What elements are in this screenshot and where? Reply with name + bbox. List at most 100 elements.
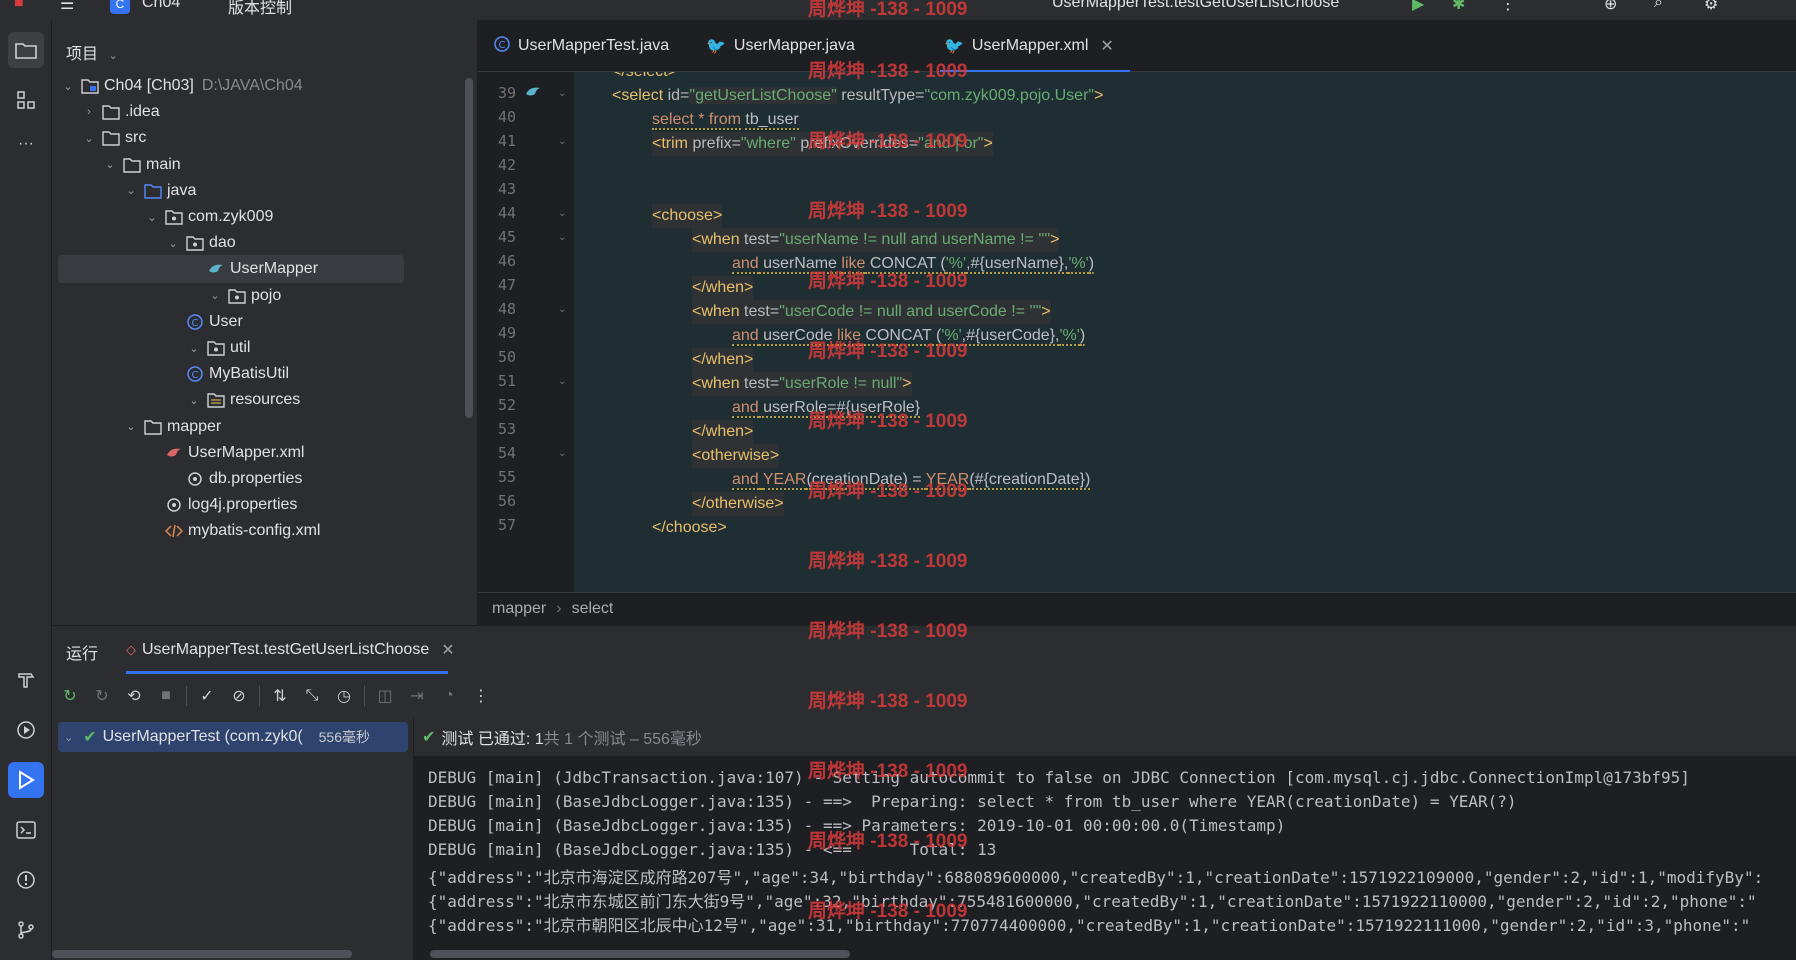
test-tree-horizontal-scrollbar[interactable] (52, 950, 352, 958)
run-tool-icon[interactable] (8, 762, 44, 798)
chevron-down-icon[interactable]: ⌄ (60, 80, 76, 93)
console-output[interactable]: DEBUG [main] (JdbcTransaction.java:107) … (414, 756, 1796, 960)
fold-chevron-icon[interactable]: ⌄ (558, 304, 566, 315)
run-icon[interactable]: ▶ (1412, 0, 1424, 14)
tree-item--idea[interactable]: › .idea (81, 98, 160, 126)
tree-item-ch04-ch03-[interactable]: ⌄ Ch04 [Ch03] D:\JAVA\Ch04 (60, 72, 302, 100)
collapse-all-icon[interactable]: ⤡ (300, 684, 324, 708)
tree-item-log4j-properties[interactable]: log4j.properties (144, 491, 297, 519)
project-panel-header[interactable]: 项目 ⌄ (66, 40, 118, 64)
project-badge[interactable]: C (110, 0, 130, 14)
run-config-selector[interactable]: UserMapperTest.testGetUserListChoose (1052, 0, 1339, 12)
package-icon (164, 208, 184, 226)
main-menu-icon[interactable]: ☰ (60, 0, 74, 14)
breadcrumb-select[interactable]: select (572, 600, 614, 618)
tree-item-usermapper[interactable]: UserMapper (58, 255, 404, 284)
show-passed-icon[interactable]: ✓ (195, 684, 219, 708)
more-icon[interactable]: ⋮ (1500, 0, 1516, 14)
tree-item-src[interactable]: ⌄ src (81, 124, 146, 152)
close-tab-icon[interactable]: ✕ (441, 640, 454, 660)
folder-icon (101, 129, 121, 147)
tree-item-com-zyk009[interactable]: ⌄ com.zyk009 (144, 203, 273, 231)
chevron-down-icon[interactable]: ⌄ (186, 394, 202, 407)
rerun-failed-icon[interactable]: ↻ (90, 684, 114, 708)
chevron-down-icon[interactable]: ⌄ (64, 731, 73, 744)
tree-item-usermapper-xml[interactable]: UserMapper.xml (144, 439, 304, 467)
search-icon[interactable]: ⌕ (1654, 0, 1663, 12)
chevron-right-icon[interactable]: › (81, 106, 97, 118)
breadcrumb-mapper[interactable]: mapper (492, 600, 546, 618)
chevron-down-icon[interactable]: ⌄ (123, 420, 139, 433)
fold-chevron-icon[interactable]: ⌄ (558, 376, 566, 387)
vertical-scrollbar[interactable] (465, 78, 473, 418)
close-tab-icon[interactable]: ✕ (1100, 36, 1113, 56)
problems-icon[interactable] (8, 862, 44, 898)
more-options-icon[interactable]: ⋮ (469, 684, 493, 708)
tab-usermappertest-java[interactable]: C UserMapperTest.java (494, 32, 669, 60)
tree-item-mapper[interactable]: ⌄ mapper (123, 413, 221, 441)
coverage-icon[interactable]: ◔ (437, 684, 461, 708)
stop-icon[interactable]: ■ (154, 684, 178, 708)
chevron-down-icon[interactable]: ⌄ (144, 211, 160, 224)
mybatis-interface-icon: 🐦 (706, 38, 726, 55)
services-icon[interactable] (8, 712, 44, 748)
passed-check-icon: ✔ (422, 729, 436, 746)
tree-item-main[interactable]: ⌄ main (102, 151, 180, 179)
console-horizontal-scrollbar[interactable] (430, 950, 850, 958)
tree-item-java[interactable]: ⌄ java (123, 177, 196, 205)
tree-item-pojo[interactable]: ⌄ pojo (207, 282, 281, 310)
app-logo-icon[interactable]: ■ (14, 0, 24, 12)
project-tool-folder-icon[interactable] (8, 32, 44, 68)
toggle-auto-test-icon[interactable]: ⟲ (122, 684, 146, 708)
mybatis-xml-icon (164, 444, 184, 462)
breadcrumb-separator-icon: › (556, 600, 562, 617)
fold-chevron-icon[interactable]: ⌄ (558, 136, 566, 147)
sort-icon[interactable]: ⇅ (268, 684, 292, 708)
run-panel-header: 运行 ◇ UserMapperTest.testGetUserListChoos… (52, 626, 1796, 674)
debug-icon[interactable]: ✱ (1452, 0, 1465, 14)
add-user-icon[interactable]: ⊕ (1604, 0, 1617, 14)
tab-usermapper-xml[interactable]: 🐦 UserMapper.xml ✕ (944, 32, 1114, 60)
chevron-down-icon: ⌄ (108, 50, 118, 62)
tree-item-dao[interactable]: ⌄ dao (165, 229, 235, 257)
build-hammer-icon[interactable] (8, 662, 44, 698)
fold-chevron-icon[interactable]: ⌄ (558, 448, 566, 459)
screenshot-icon[interactable]: ◫ (373, 684, 397, 708)
fold-chevron-icon[interactable]: ⌄ (558, 88, 566, 99)
terminal-icon[interactable] (8, 812, 44, 848)
structure-icon[interactable] (8, 82, 44, 118)
chevron-down-icon[interactable]: ⌄ (165, 237, 181, 250)
chevron-down-icon[interactable]: ⌄ (81, 132, 97, 145)
line-number: 55 (497, 468, 516, 486)
vcs-widget[interactable]: 版本控制 (228, 0, 292, 18)
tree-item-user[interactable]: C User (165, 308, 243, 336)
chevron-down-icon[interactable]: ⌄ (186, 342, 202, 355)
chevron-down-icon[interactable]: ⌄ (102, 158, 118, 171)
fold-chevron-icon[interactable]: ⌄ (558, 208, 566, 219)
rerun-icon[interactable]: ↻ (58, 684, 82, 708)
code-area[interactable]: </select> <select id="getUserListChoose"… (574, 72, 1796, 592)
tree-item-db-properties[interactable]: db.properties (165, 465, 302, 493)
fold-chevron-icon[interactable]: ⌄ (558, 232, 566, 243)
project-name[interactable]: Ch04 (142, 0, 180, 12)
import-test-icon[interactable]: ⇥ (405, 684, 429, 708)
settings-icon[interactable]: ⚙ (1704, 0, 1718, 14)
run-config-tab[interactable]: ◇ UserMapperTest.testGetUserListChoose ✕ (126, 626, 455, 674)
chevron-down-icon[interactable]: ⌄ (207, 289, 223, 302)
tab-usermapper-java[interactable]: 🐦 UserMapper.java (706, 32, 855, 60)
tree-item-mybatisutil[interactable]: C MyBatisUtil (165, 360, 289, 388)
line-number: 50 (497, 348, 516, 366)
show-ignored-icon[interactable]: ⊘ (227, 684, 251, 708)
more-tools-icon[interactable]: ··· (8, 126, 44, 162)
tree-item-mybatis-config-xml[interactable]: mybatis-config.xml (144, 517, 320, 545)
svg-text:C: C (192, 370, 199, 381)
chevron-down-icon[interactable]: ⌄ (123, 184, 139, 197)
tree-item-util[interactable]: ⌄ util (186, 334, 250, 362)
git-branch-icon[interactable] (8, 912, 44, 948)
mybatis-navigate-icon[interactable] (524, 84, 542, 105)
line-number: 54 (497, 444, 516, 462)
test-node-usermappertest[interactable]: ⌄ ✔ UserMapperTest (com.zyk0( 556毫秒 (58, 722, 408, 752)
history-icon[interactable]: ◷ (332, 684, 356, 708)
line-number: 40 (497, 108, 516, 126)
tree-item-resources[interactable]: ⌄ resources (186, 386, 300, 414)
